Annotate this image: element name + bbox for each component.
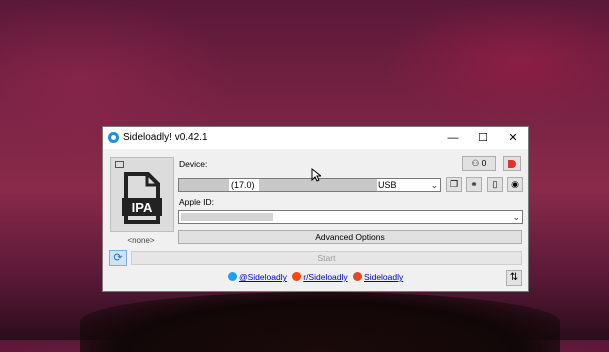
copy-icon: ❐ [449,179,459,189]
social-links: @Sideloadly r/Sideloadly Sideloadly [228,272,403,286]
devices-count-button[interactable]: ⚇ 0 [462,156,496,171]
chevron-down-icon: ⌄ [430,180,438,190]
reddit-icon [292,272,302,281]
device-label: Device: [179,159,208,169]
apple-id-label: Apple ID: [179,197,214,207]
ipa-icon-text: IPA [132,200,153,215]
record-button[interactable] [503,156,521,171]
redacted-apple-id [181,213,273,221]
devices-count: 0 [481,158,487,168]
window-title: Sideloadly! v0.42.1 [123,132,208,143]
copy-button[interactable]: ❐ [446,177,462,192]
site-link[interactable]: Sideloadly [364,272,403,282]
advanced-options-button[interactable]: Advanced Options [178,230,522,244]
apple-id-select[interactable]: ⌄ [178,210,523,224]
minimize-button[interactable]: — [438,127,468,149]
refresh-icon: ⟳ [113,252,123,264]
ipa-drop-area[interactable]: IPA [110,157,174,232]
device-connection: USB [378,180,397,190]
start-button[interactable]: Start [131,251,522,265]
patreon-icon [508,160,516,168]
twitter-icon [228,272,237,281]
mouse-cursor-icon [311,168,321,182]
device-version: (17.0) [231,180,255,190]
refresh-button[interactable]: ⟳ [109,250,127,266]
image-icon [115,161,124,168]
ipa-file-name: <none> [127,236,155,245]
phone-icon: ▯ [492,179,498,189]
link-button[interactable]: ⚭ [466,177,482,192]
chevron-down-icon: ⌄ [512,212,520,222]
app-icon [108,132,119,143]
reddit-link[interactable]: r/Sideloadly [303,272,347,282]
eye-slash-icon: ◉ [511,179,519,189]
phone-button[interactable]: ▯ [487,177,503,192]
close-button[interactable]: ✕ [498,127,528,149]
ipa-file-icon: IPA [122,172,162,224]
sideloadly-window: Sideloadly! v0.42.1 — ☐ ✕ IPA <none> Dev… [102,126,529,292]
maximize-button[interactable]: ☐ [468,127,498,149]
device-select[interactable]: (17.0) USB ⌄ [178,178,441,192]
link-icon: ⚭ [470,179,478,189]
redacted-device-name [179,179,229,191]
site-icon [353,272,363,281]
twitter-link[interactable]: @Sideloadly [239,272,287,282]
tree-silhouette [80,292,560,352]
visibility-button[interactable]: ◉ [507,177,523,192]
title-bar: Sideloadly! v0.42.1 — ☐ ✕ [103,127,528,149]
devices-icon: ⚇ [471,158,480,168]
sort-button[interactable]: ⇅ [506,270,522,286]
